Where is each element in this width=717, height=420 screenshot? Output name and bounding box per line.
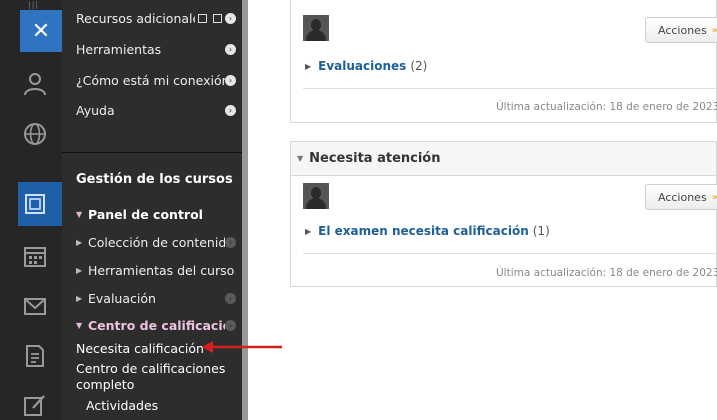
chevron-circle-icon[interactable]: › <box>225 12 236 24</box>
menu-item-ayuda[interactable]: Ayuda › <box>76 100 236 120</box>
caret-down-icon: ▼ <box>76 320 83 330</box>
module-divider <box>303 88 716 89</box>
menu-item-evaluacion[interactable]: ▶ Evaluación › <box>76 288 236 308</box>
menu-item-centro-calificaciones[interactable]: ▼ Centro de calificaciones › <box>76 315 236 335</box>
close-icon: ✕ <box>31 18 51 44</box>
red-arrow-annotation <box>202 341 282 353</box>
module-evaluaciones: Acciones » ▶ Evaluaciones (2) Última act… <box>290 0 717 123</box>
course-menu: Recursos adicionales › Herramientas › ¿C… <box>62 0 242 420</box>
evaluaciones-link[interactable]: Evaluaciones <box>318 59 406 73</box>
caret-right-icon: ▶ <box>76 265 83 275</box>
rail-menu-dots: ||| <box>28 0 40 9</box>
menu-item-coleccion[interactable]: ▶ Colección de contenido › <box>76 232 236 252</box>
course-management-title: Gestión de los cursos <box>76 172 233 187</box>
chevron-down-icon: » <box>712 192 717 203</box>
module-title: Necesita atención <box>309 151 441 166</box>
module-divider <box>303 253 716 254</box>
submenu-necesita-calificacion[interactable]: Necesita calificación <box>76 341 204 356</box>
actions-button[interactable]: Acciones » <box>645 184 717 210</box>
icon-rail: ||| ✕ <box>0 0 62 420</box>
calendar-icon[interactable] <box>22 243 48 269</box>
menu-item-conexion[interactable]: ¿Cómo está mi conexión? › <box>76 70 236 90</box>
chevron-circle-icon[interactable]: › <box>225 43 236 55</box>
menu-item-herramientas-curso[interactable]: ▶ Herramientas del curso <box>76 260 236 280</box>
globe-icon[interactable] <box>22 121 48 147</box>
evaluaciones-row: ▶ Evaluaciones (2) <box>305 59 427 73</box>
evaluaciones-count: (2) <box>410 59 428 73</box>
chevron-circle-icon[interactable]: › <box>225 319 236 331</box>
edit-icon[interactable] <box>22 392 48 418</box>
caret-down-icon: ▼ <box>297 154 304 163</box>
chevron-down-icon: » <box>712 25 717 36</box>
menu-divider <box>62 152 242 153</box>
edit-box-icon <box>198 13 207 23</box>
chevron-circle-icon[interactable]: › <box>225 236 236 248</box>
main-content: Acciones » ▶ Evaluaciones (2) Última act… <box>248 0 717 420</box>
grades-icon[interactable] <box>22 343 48 369</box>
caret-right-icon: ▶ <box>305 61 312 71</box>
menu-item-panel-control[interactable]: ▼ Panel de control <box>76 204 236 224</box>
chevron-circle-icon[interactable]: › <box>225 292 236 304</box>
caret-right-icon: ▶ <box>305 226 312 236</box>
module-header[interactable]: ▼ Necesita atención <box>291 142 716 176</box>
menu-item-herramientas[interactable]: Herramientas › <box>76 39 236 59</box>
examen-row: ▶ El examen necesita calificación (1) <box>305 224 550 238</box>
menu-item-recursos[interactable]: Recursos adicionales › <box>76 8 236 28</box>
caret-right-icon: ▶ <box>76 237 83 247</box>
chevron-circle-icon[interactable]: › <box>225 74 236 86</box>
close-menu-button[interactable]: ✕ <box>20 10 62 52</box>
actions-button[interactable]: Acciones » <box>645 17 717 43</box>
caret-right-icon: ▶ <box>76 293 83 303</box>
caret-down-icon: ▼ <box>76 209 83 219</box>
courses-icon[interactable] <box>22 191 48 217</box>
mail-icon[interactable] <box>22 293 48 319</box>
avatar <box>303 183 329 209</box>
examen-link[interactable]: El examen necesita calificación <box>318 224 529 238</box>
submenu-centro-completo[interactable]: Centro de calificaciones completo <box>76 361 226 393</box>
user-icon[interactable] <box>22 70 48 96</box>
chevron-circle-icon[interactable]: › <box>225 104 236 116</box>
examen-count: (1) <box>532 224 550 238</box>
avatar <box>303 15 329 41</box>
edit-box-icon <box>213 13 222 23</box>
last-updated-text: Última actualización: 18 de enero de 202… <box>496 101 717 113</box>
last-updated-text: Última actualización: 18 de enero de 202… <box>496 267 717 279</box>
submenu-actividades[interactable]: Actividades <box>86 398 158 413</box>
module-necesita-atencion: ▼ Necesita atención Acciones » ▶ El exam… <box>290 141 717 287</box>
